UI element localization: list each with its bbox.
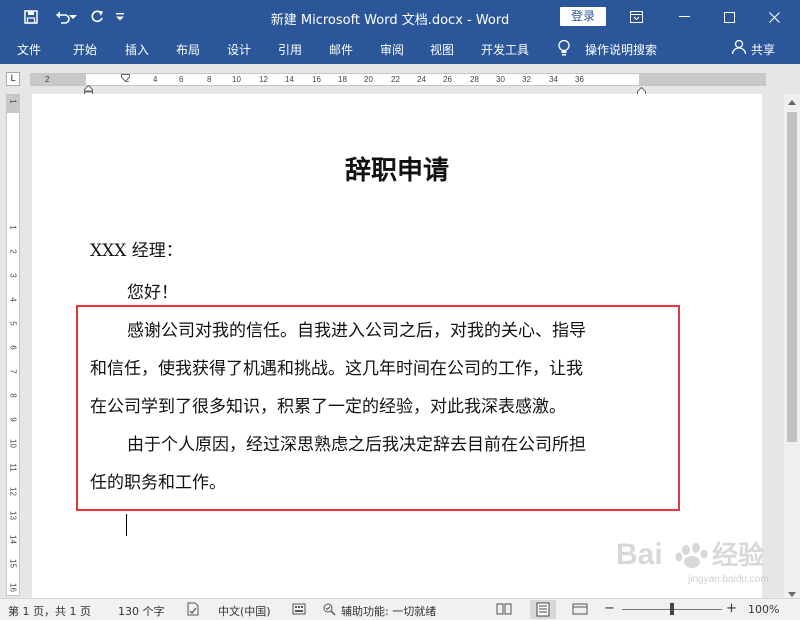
- vertical-ruler[interactable]: 1 1 2 3 4 5 6 7 8 9 10 11 12 13 14 15 16: [6, 94, 20, 596]
- tab-view[interactable]: 视图: [430, 41, 454, 58]
- vruler-number: 8: [8, 393, 18, 398]
- salutation-line: XXX 经理：: [90, 241, 183, 261]
- scroll-up-icon[interactable]: [784, 94, 800, 110]
- ruler-number: 4: [153, 75, 158, 84]
- tab-mailings[interactable]: 邮件: [329, 41, 353, 58]
- tab-design[interactable]: 设计: [227, 41, 251, 58]
- status-bar: 第 1 页，共 1 页 130 个字 中文(中国) 辅助功能: 一切就绪 − +…: [0, 598, 800, 620]
- window-title: 新建 Microsoft Word 文档.docx - Word: [270, 13, 510, 28]
- ruler-number: 28: [470, 75, 479, 84]
- greeting-line: 您好！: [127, 283, 178, 303]
- ruler-number: 22: [391, 75, 400, 84]
- print-layout-view-button[interactable]: [530, 600, 556, 619]
- web-layout-icon[interactable]: [572, 602, 588, 619]
- tab-developer[interactable]: 开发工具: [481, 41, 529, 58]
- vruler-number: 10: [8, 439, 18, 448]
- proofing-icon[interactable]: [186, 602, 200, 619]
- read-mode-icon[interactable]: [496, 602, 512, 619]
- first-line-indent-marker[interactable]: [121, 67, 130, 83]
- undo-dropdown-icon[interactable]: [66, 0, 80, 34]
- ruler-number: 6: [179, 75, 184, 84]
- vruler-number: 13: [8, 511, 18, 520]
- vruler-number: 9: [8, 417, 18, 422]
- customize-icon[interactable]: [108, 0, 132, 34]
- vruler-number: 7: [8, 369, 18, 374]
- zoom-in-button[interactable]: +: [726, 601, 737, 616]
- baidu-jingyan-watermark: Bai 经验 jingyan.baidu.com: [612, 528, 792, 588]
- ruler-number: 16: [312, 75, 321, 84]
- right-indent-marker[interactable]: [637, 80, 646, 95]
- vruler-number: 12: [8, 487, 18, 496]
- language-indicator[interactable]: 中文(中国): [218, 603, 271, 619]
- left-indent-marker[interactable]: [84, 82, 93, 97]
- vruler-number: 11: [8, 463, 18, 472]
- text-cursor: [126, 514, 127, 536]
- close-icon[interactable]: [752, 0, 797, 34]
- vertical-scrollbar[interactable]: [784, 94, 800, 602]
- vruler-number: 3: [8, 273, 18, 278]
- vruler-number: 5: [8, 321, 18, 326]
- title-bar: 新建 Microsoft Word 文档.docx - Word 登录: [0, 0, 800, 34]
- document-title: 辞职申请: [344, 156, 449, 186]
- horizontal-ruler[interactable]: 2 2 4 6 8 10 12 14 16 18 20 22 24 26 28 …: [30, 73, 766, 86]
- minimize-icon[interactable]: [662, 0, 707, 34]
- ruler-number: 14: [285, 75, 294, 84]
- save-icon[interactable]: [16, 0, 46, 34]
- ruler-number: 8: [207, 75, 212, 84]
- vruler-number: 16: [8, 583, 18, 592]
- ruler-number: 34: [549, 75, 558, 84]
- vruler-number: 4: [8, 297, 18, 302]
- tab-layout[interactable]: 布局: [176, 41, 200, 58]
- ruler-number: 12: [259, 75, 268, 84]
- ruler-number: 24: [417, 75, 426, 84]
- share-button[interactable]: 共享: [751, 41, 775, 58]
- person-icon[interactable]: [731, 39, 747, 58]
- watermark-brand: Bai: [616, 538, 663, 571]
- selection-highlight-box: [76, 305, 680, 511]
- tab-review[interactable]: 审阅: [380, 41, 404, 58]
- login-button[interactable]: 登录: [560, 7, 606, 26]
- ruler-number: 18: [338, 75, 347, 84]
- watermark-url: jingyan.baidu.com: [687, 574, 769, 585]
- tab-references[interactable]: 引用: [278, 41, 302, 58]
- ruler-right-margin: [639, 74, 765, 85]
- ruler-number: 32: [522, 75, 531, 84]
- vruler-number: 15: [8, 559, 18, 568]
- vruler-number: 14: [8, 535, 18, 544]
- ribbon-display-icon[interactable]: [614, 0, 659, 34]
- lightbulb-icon[interactable]: [557, 39, 571, 60]
- tab-insert[interactable]: 插入: [125, 41, 149, 58]
- watermark-jingyan: 经验: [712, 540, 764, 571]
- ruler-bar: L 2 2 4 6 8 10 12 14 16 18 20 22 24 26 2…: [0, 64, 800, 90]
- word-count[interactable]: 130 个字: [118, 603, 165, 619]
- vruler-number: 6: [8, 345, 18, 350]
- tab-file[interactable]: 文件: [17, 41, 41, 58]
- ruler-number: 20: [364, 75, 373, 84]
- zoom-level[interactable]: 100%: [748, 603, 779, 616]
- paw-icon: [675, 543, 708, 568]
- accessibility-icon[interactable]: [322, 602, 338, 619]
- zoom-slider-thumb[interactable]: [670, 603, 674, 615]
- ruler-number: 36: [575, 75, 584, 84]
- tab-home[interactable]: 开始: [73, 41, 97, 58]
- ruler-number: 26: [443, 75, 452, 84]
- maximize-icon[interactable]: [707, 0, 752, 34]
- tab-stop-selector[interactable]: L: [6, 72, 20, 86]
- scroll-thumb[interactable]: [787, 112, 797, 442]
- ruler-left-margin: [31, 74, 86, 85]
- ribbon-tabs: 文件 开始 插入 布局 设计 引用 邮件 审阅 视图 开发工具 操作说明搜索 共…: [0, 34, 800, 64]
- ruler-number: 10: [232, 75, 241, 84]
- accessibility-status[interactable]: 辅助功能: 一切就绪: [341, 603, 436, 619]
- vruler-number: 1: [8, 99, 18, 104]
- ruler-number: 30: [496, 75, 505, 84]
- ruler-number: 2: [45, 75, 50, 84]
- document-page[interactable]: 辞职申请 XXX 经理： 您好！ 感谢公司对我的信任。自我进入公司之后，对我的关…: [32, 94, 762, 602]
- vruler-number: 2: [8, 249, 18, 254]
- page-count[interactable]: 第 1 页，共 1 页: [8, 603, 91, 619]
- tell-me-search[interactable]: 操作说明搜索: [585, 41, 657, 58]
- zoom-out-button[interactable]: −: [604, 601, 615, 616]
- macro-recording-icon[interactable]: [292, 602, 306, 619]
- vruler-number: 1: [8, 225, 18, 230]
